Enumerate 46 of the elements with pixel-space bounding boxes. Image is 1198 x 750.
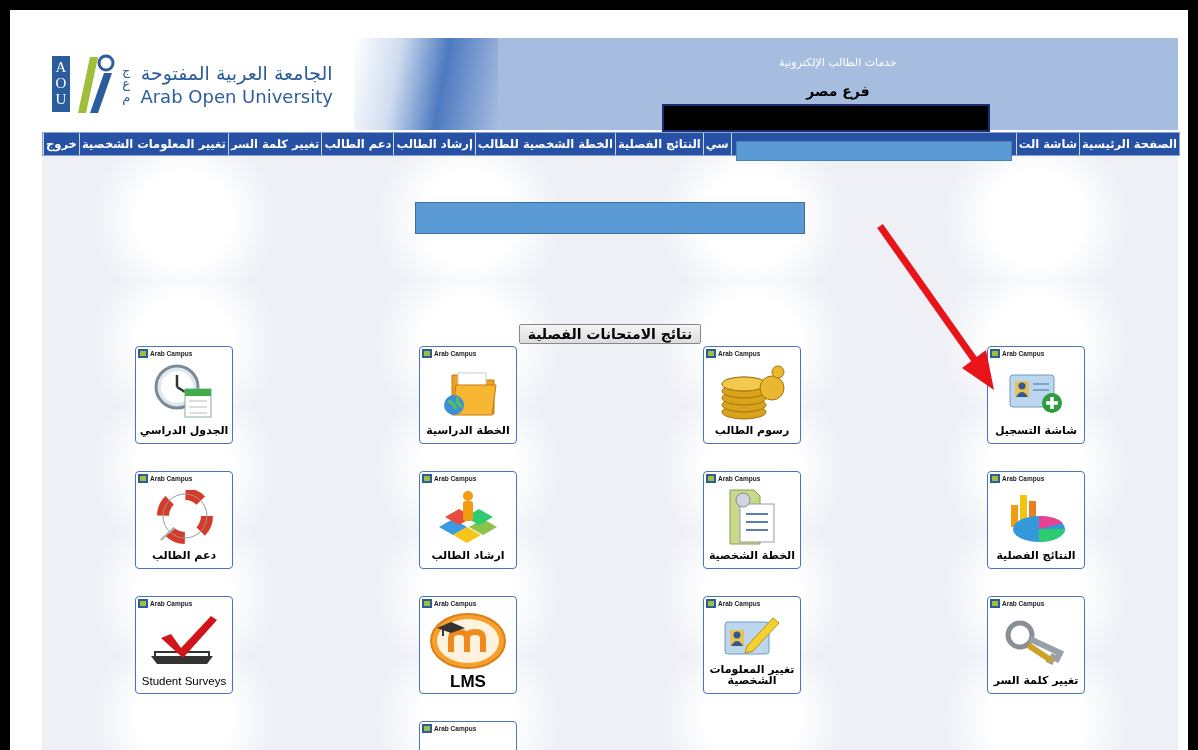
nav-link[interactable]: الخطة الشخصية للطالب [474,133,615,155]
lifebuoy-icon [155,489,213,544]
nav-link[interactable]: إرشاد الطالب [393,133,475,155]
nav-link[interactable]: تغيير المعلومات الشخصية [78,133,228,155]
campus-logo-icon [138,349,148,358]
tile-label: الخطة الشخصية [708,550,796,565]
campus-logo-icon [138,599,148,608]
clock-calendar-icon [153,362,215,421]
tile-label: الجدول الدراسي [139,425,229,440]
university-name: الجامعة العربية المفتوحة [140,61,333,84]
moodle-logo-icon [429,611,507,670]
campus-logo-icon [706,599,716,608]
logo-letters: A O U [52,56,70,112]
nav-link[interactable]: سي [702,133,731,155]
campus-logo-icon [138,474,148,483]
campus-logo-icon [706,349,716,358]
logo-mark-icon [76,53,116,115]
campus-logo-icon [422,474,432,483]
campus-logo-icon [422,599,432,608]
campus-logo-icon [990,474,1000,483]
tile-label: تغيير المعلومات الشخصية [708,663,796,690]
nav-link[interactable]: دعم الطالب [321,133,394,155]
campus-logo-icon [422,724,432,733]
nav-link[interactable]: خروج [43,133,79,155]
campus-logo-icon [990,599,1000,608]
university-name: Arab Open University [140,85,333,107]
tile-label: تغيير كلمة السر [993,675,1079,690]
nav-link[interactable]: النتائج الفصلية [614,133,703,155]
nav-link[interactable]: شاشة الت [1015,133,1080,155]
campus-logo-icon [990,349,1000,358]
tile-label: دعم الطالب [151,550,217,565]
tile-label: الخطة الدراسية [426,425,510,440]
tile-label: Student Surveys [141,674,227,689]
tile-label: شاشة التسجيل [994,425,1078,440]
branch-name: فرع مصر [806,83,870,99]
logo-letters: ج ع م [122,63,131,105]
campus-logo-icon [422,349,432,358]
exam-results-button[interactable]: نتائج الامتحانات الفصلية [518,324,702,344]
service-title: خدمات الطالب الإلكترونية [779,56,897,69]
tile-label: LMS [450,673,486,691]
tile-label: رسوم الطالب [714,425,790,440]
tile-label: النتائج الفصلية [996,550,1076,565]
campus-logo-icon [706,474,716,483]
nav-link[interactable]: تغيير كلمة السر [227,133,322,155]
tile-label: ارشاد الطالب [431,550,505,565]
nav-link[interactable]: الصفحة الرئيسية [1079,133,1179,155]
